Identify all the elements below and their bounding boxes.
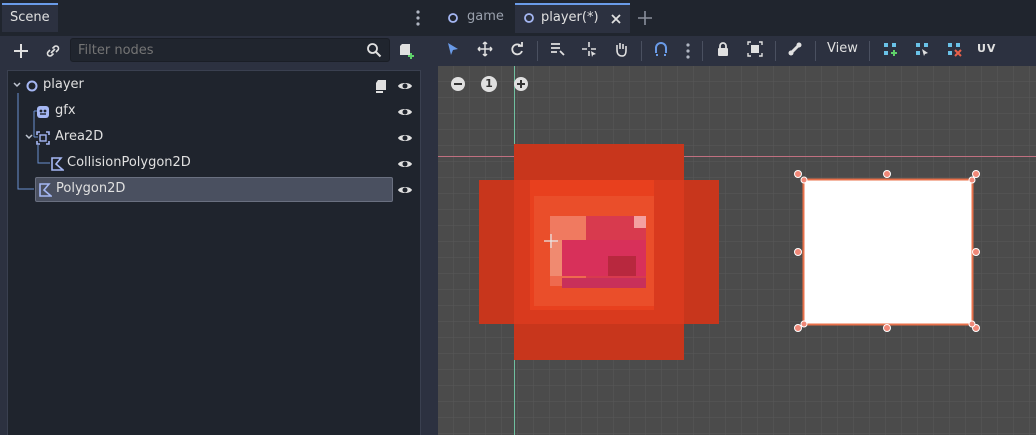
select-mode-icon[interactable]	[445, 41, 461, 57]
search-icon	[367, 43, 382, 58]
tab-scene[interactable]: Scene	[2, 3, 58, 32]
toolbar-separator	[537, 41, 538, 61]
eye-icon[interactable]	[397, 182, 413, 198]
pan-hand-icon[interactable]	[613, 41, 629, 57]
scene-tree: player gfx Area2D CollisionPolygon2D Pol…	[7, 70, 421, 435]
eye-icon[interactable]	[397, 104, 413, 120]
eye-icon[interactable]	[397, 156, 413, 172]
tree-item-label: Area2D	[55, 129, 104, 144]
bone-icon[interactable]	[787, 41, 803, 57]
script-icon[interactable]	[373, 78, 389, 94]
tree-item-label: player	[43, 77, 84, 92]
tab-label: game	[467, 9, 504, 24]
link-icon	[46, 45, 60, 57]
node2d-circle-icon	[524, 13, 534, 23]
close-icon[interactable]	[610, 13, 622, 25]
polygon-icon	[39, 183, 52, 197]
canvas-viewport[interactable]	[438, 66, 1036, 435]
zoom-reset-label: 1	[485, 77, 493, 90]
add-node-button[interactable]	[10, 40, 32, 62]
zoom-reset-button[interactable]: 1	[481, 76, 497, 92]
gfx-sprite	[479, 144, 719, 360]
toolbar-separator	[815, 41, 816, 61]
tree-item-player[interactable]: player	[8, 73, 420, 99]
tree-item-gfx[interactable]: gfx	[8, 99, 420, 125]
edit-points-icon[interactable]	[914, 41, 930, 57]
dock-menu-icon[interactable]	[414, 8, 422, 28]
zoom-in-icon[interactable]	[513, 76, 529, 92]
toolbar-separator	[775, 41, 776, 61]
polygon2d-shape	[802, 178, 974, 326]
delete-points-icon[interactable]	[946, 41, 962, 57]
polygon-icon	[51, 157, 64, 171]
scene-dock-tabbar: Scene	[0, 0, 430, 36]
move-mode-icon[interactable]	[477, 41, 493, 57]
tab-label: player(*)	[541, 10, 599, 25]
editor-left-margin	[430, 36, 438, 435]
list-select-icon[interactable]	[549, 41, 565, 57]
area2d-icon	[36, 131, 50, 145]
instance-scene-button[interactable]	[42, 40, 64, 62]
snap-options-menu-icon[interactable]	[684, 41, 692, 61]
attach-script-button[interactable]	[396, 40, 418, 62]
zoom-out-icon[interactable]	[450, 76, 466, 92]
tree-item-label: gfx	[55, 103, 76, 118]
tab-game[interactable]: game	[437, 3, 515, 33]
pivot-icon[interactable]	[581, 41, 597, 57]
rotate-mode-icon[interactable]	[509, 41, 525, 57]
uv-editor-button[interactable]: UV	[977, 42, 996, 55]
tree-item-label: CollisionPolygon2D	[67, 155, 191, 170]
view-menu-button[interactable]: View	[827, 41, 858, 56]
tree-item-collisionpolygon2d[interactable]: CollisionPolygon2D	[8, 151, 420, 177]
filter-nodes-input[interactable]	[70, 38, 390, 62]
node2d-circle-icon	[26, 80, 38, 92]
tree-item-polygon2d[interactable]: Polygon2D	[8, 177, 420, 203]
node2d-circle-icon	[448, 13, 458, 23]
canvas-scene	[438, 66, 1036, 435]
tree-item-label: Polygon2D	[56, 181, 126, 196]
lock-icon[interactable]	[715, 41, 731, 57]
snap-magnet-icon[interactable]	[653, 41, 669, 57]
eye-icon[interactable]	[397, 78, 413, 94]
tab-player[interactable]: player(*)	[515, 3, 630, 33]
create-points-icon[interactable]	[882, 41, 898, 57]
script-add-icon	[400, 44, 414, 59]
tree-item-area2d[interactable]: Area2D	[8, 125, 420, 151]
eye-icon[interactable]	[397, 130, 413, 146]
chevron-down-icon[interactable]	[24, 132, 34, 142]
chevron-down-icon[interactable]	[12, 80, 22, 90]
toolbar-separator	[702, 41, 703, 61]
new-tab-plus-icon[interactable]	[637, 10, 653, 26]
plus-icon	[14, 44, 28, 58]
toolbar-separator	[869, 41, 870, 61]
sprite-icon	[37, 106, 49, 118]
toolbar-separator	[641, 41, 642, 61]
group-icon[interactable]	[747, 41, 763, 57]
